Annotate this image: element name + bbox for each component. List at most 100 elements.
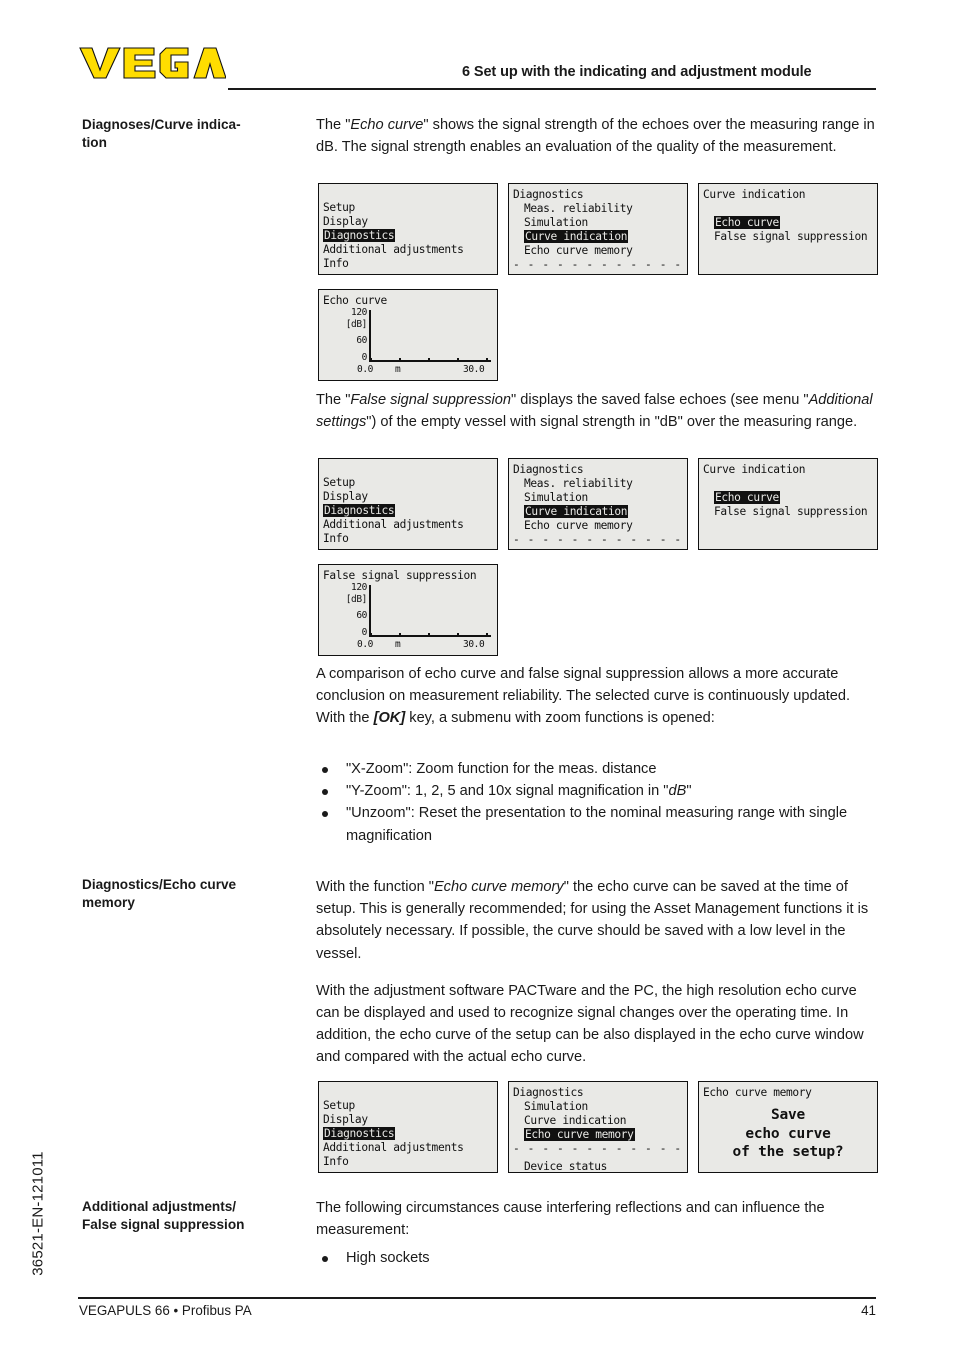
y-tick-0: 0 xyxy=(361,352,368,363)
menu-item-curve-indication[interactable]: Curve indication xyxy=(513,505,683,519)
screen-echo-curve-memory-prompt[interactable]: Echo curve memory Save echo curve of the… xyxy=(698,1081,878,1173)
menu-item-curve-indication[interactable]: Curve indication xyxy=(513,230,683,244)
bullet-list: "X-Zoom": Zoom function for the meas. di… xyxy=(316,758,888,847)
menu-item-additional-adjustments[interactable]: Additional adjustments xyxy=(323,243,493,257)
screen-chart-echo-curve[interactable]: Echo curve 120 [dB] 60 0 0.0 m 30.0 xyxy=(318,289,498,381)
screen-menu-diagnostics-1[interactable]: Diagnostics Meas. reliability Simulation… xyxy=(508,183,688,275)
bullet-list: High sockets xyxy=(316,1247,880,1269)
menu-item-curve-indication[interactable]: Curve indication xyxy=(513,1114,683,1128)
screen-menu-curve-indication[interactable]: Curve indication Echo curve False signal… xyxy=(698,183,878,275)
y-axis-unit-label: [dB] xyxy=(345,319,368,330)
chevron-down-icon[interactable]: ▼ xyxy=(513,272,683,274)
menu-item-echo-curve[interactable]: Echo curve xyxy=(703,216,873,230)
menu-item-curve-indication-label: Curve indication xyxy=(524,230,629,243)
menu-item-additional-adjustments[interactable]: Additional adjustments xyxy=(323,518,493,532)
menu-item-setup[interactable]: Setup xyxy=(323,1099,493,1113)
bullet-text-pre: "Y-Zoom": 1, 2, 5 and 10x signal magnifi… xyxy=(346,783,669,800)
menu-item-info[interactable]: Info xyxy=(323,532,493,546)
menu-item-diagnostics[interactable]: Diagnostics xyxy=(323,1127,493,1141)
menu-item-additional-adjustments[interactable]: Additional adjustments xyxy=(323,1141,493,1155)
screen-menu-diagnostics-3[interactable]: Diagnostics Simulation Curve indication … xyxy=(508,1081,688,1173)
menu-item-meas-reliability[interactable]: Meas. reliability xyxy=(513,477,683,491)
margin-heading-diagnoses-curve: Diagnoses/Curve indica- tion xyxy=(82,116,310,151)
para2-a: The " xyxy=(316,392,351,408)
bullet-text-pre: "Unzoom": Reset the presentation to the … xyxy=(346,805,848,844)
y-tick-120: 120 xyxy=(351,582,367,593)
para3-b: key, a submenu with zoom functions is op… xyxy=(405,710,715,727)
screen-menu-diagnostics-2[interactable]: Diagnostics Meas. reliability Simulation… xyxy=(508,458,688,550)
screen-menu-main-3[interactable]: Setup Display Diagnostics Additional adj… xyxy=(318,1081,498,1173)
menu-item-setup[interactable]: Setup xyxy=(323,476,493,490)
header-divider xyxy=(228,88,876,90)
paragraph-text: The following circumstances cause interf… xyxy=(316,1200,825,1239)
x-tick-mark-1 xyxy=(399,632,401,637)
menu-item-echo-curve-label: Echo curve xyxy=(714,216,780,229)
x-tick-mark-0 xyxy=(370,632,372,637)
list-item: "X-Zoom": Zoom function for the meas. di… xyxy=(316,758,888,780)
margin-heading-text: Diagnoses/Curve indica- tion xyxy=(82,117,241,150)
menu-divider: - - - - - - - - - - - - - - - - xyxy=(513,533,682,546)
menu-item-echo-curve-memory-label: Echo curve memory xyxy=(524,1128,635,1141)
ok-key-label: [OK] xyxy=(373,710,406,727)
list-item: "Unzoom": Reset the presentation to the … xyxy=(316,802,888,846)
paragraph-text: The "False signal suppression" displays … xyxy=(316,389,880,433)
x-tick-0: 0.0 xyxy=(357,364,373,375)
menu-item-echo-curve-memory[interactable]: Echo curve memory xyxy=(513,519,683,533)
menu-item-meas-reliability[interactable]: Meas. reliability xyxy=(513,202,683,216)
menu-item-info[interactable]: Info xyxy=(323,1155,493,1169)
para1-a: The " xyxy=(316,117,351,133)
menu-item-simulation[interactable]: Simulation xyxy=(513,1100,683,1114)
x-tick-mark-3 xyxy=(457,632,459,637)
menu-item-echo-curve-memory[interactable]: Echo curve memory xyxy=(513,244,683,258)
document-page: 6 Set up with the indicating and adjustm… xyxy=(0,0,954,1354)
para2-c: ") of the empty vessel with signal stren… xyxy=(366,414,858,431)
menu-item-echo-curve[interactable]: Echo curve xyxy=(703,491,873,505)
chart-x-axis-line xyxy=(369,359,491,362)
menu-item-display[interactable]: Display xyxy=(323,490,493,504)
screen-chart-false-signal-suppression[interactable]: False signal suppression 120 [dB] 60 0 0… xyxy=(318,564,498,656)
menu-item-info[interactable]: Info xyxy=(323,257,493,271)
x-tick-mark-4 xyxy=(486,357,488,362)
menu-item-echo-curve-memory[interactable]: Echo curve memory xyxy=(513,1128,683,1142)
bullet-text-pre: "X-Zoom": Zoom function for the meas. di… xyxy=(346,761,657,777)
menu-divider: - - - - - - - - - - - - - - - - xyxy=(513,1142,682,1155)
paragraph-pactware: With the adjustment software PACTware an… xyxy=(316,982,864,1066)
menu-item-diagnostics[interactable]: Diagnostics xyxy=(323,504,493,518)
prompt-line-1: Save xyxy=(770,1107,806,1123)
menu-item-display[interactable]: Display xyxy=(323,215,493,229)
screen-menu-curve-indication-2[interactable]: Curve indication Echo curve False signal… xyxy=(698,458,878,550)
page-header: 6 Set up with the indicating and adjustm… xyxy=(0,0,954,96)
list-item: "Y-Zoom": 1, 2, 5 and 10x signal magnifi… xyxy=(316,780,888,802)
x-tick-mark-0 xyxy=(370,357,372,362)
x-tick-30: 30.0 xyxy=(463,639,485,650)
list-item: High sockets xyxy=(316,1247,880,1269)
x-axis-unit-label: m xyxy=(395,639,401,650)
menu-item-simulation[interactable]: Simulation xyxy=(513,491,683,505)
screen-title-curve-indication: Curve indication xyxy=(703,463,806,476)
y-axis-unit-label: [dB] xyxy=(345,594,368,605)
menu-item-false-signal-suppression[interactable]: False signal suppression xyxy=(703,230,873,244)
document-code: 36521-EN-121011 xyxy=(29,1151,47,1276)
para-emphasis: Echo curve memory xyxy=(433,879,564,895)
paragraph-text: The "Echo curve" shows the signal streng… xyxy=(316,114,880,158)
menu-item-setup[interactable]: Setup xyxy=(323,201,493,215)
header-title: 6 Set up with the indicating and adjustm… xyxy=(462,64,812,80)
y-tick-0: 0 xyxy=(361,627,368,638)
menu-item-curve-indication-label: Curve indication xyxy=(524,505,629,518)
para1-emphasis: Echo curve xyxy=(350,117,424,133)
screen-menu-main-1[interactable]: Setup Display Diagnostics Additional adj… xyxy=(318,183,498,275)
menu-item-echo-curve-label: Echo curve xyxy=(714,491,780,504)
menu-item-simulation[interactable]: Simulation xyxy=(513,216,683,230)
chart-title-false-signal-suppression: False signal suppression xyxy=(323,569,477,582)
menu-item-false-signal-suppression[interactable]: False signal suppression xyxy=(703,505,873,519)
menu-item-diagnostics[interactable]: Diagnostics xyxy=(323,229,493,243)
menu-item-device-status[interactable]: Device status xyxy=(513,1160,683,1172)
x-tick-mark-3 xyxy=(457,357,459,362)
menu-item-display[interactable]: Display xyxy=(323,1113,493,1127)
paragraph-comparison: A comparison of echo curve and false sig… xyxy=(316,663,880,730)
paragraph-text: With the function "Echo curve memory" th… xyxy=(316,876,880,965)
menu-item-diagnostics-label: Diagnostics xyxy=(323,229,396,242)
footer-document-title: VEGAPULS 66 • Profibus PA xyxy=(79,1303,252,1318)
chevron-down-icon[interactable]: ▼ xyxy=(513,547,683,549)
screen-menu-main-2[interactable]: Setup Display Diagnostics Additional adj… xyxy=(318,458,498,550)
